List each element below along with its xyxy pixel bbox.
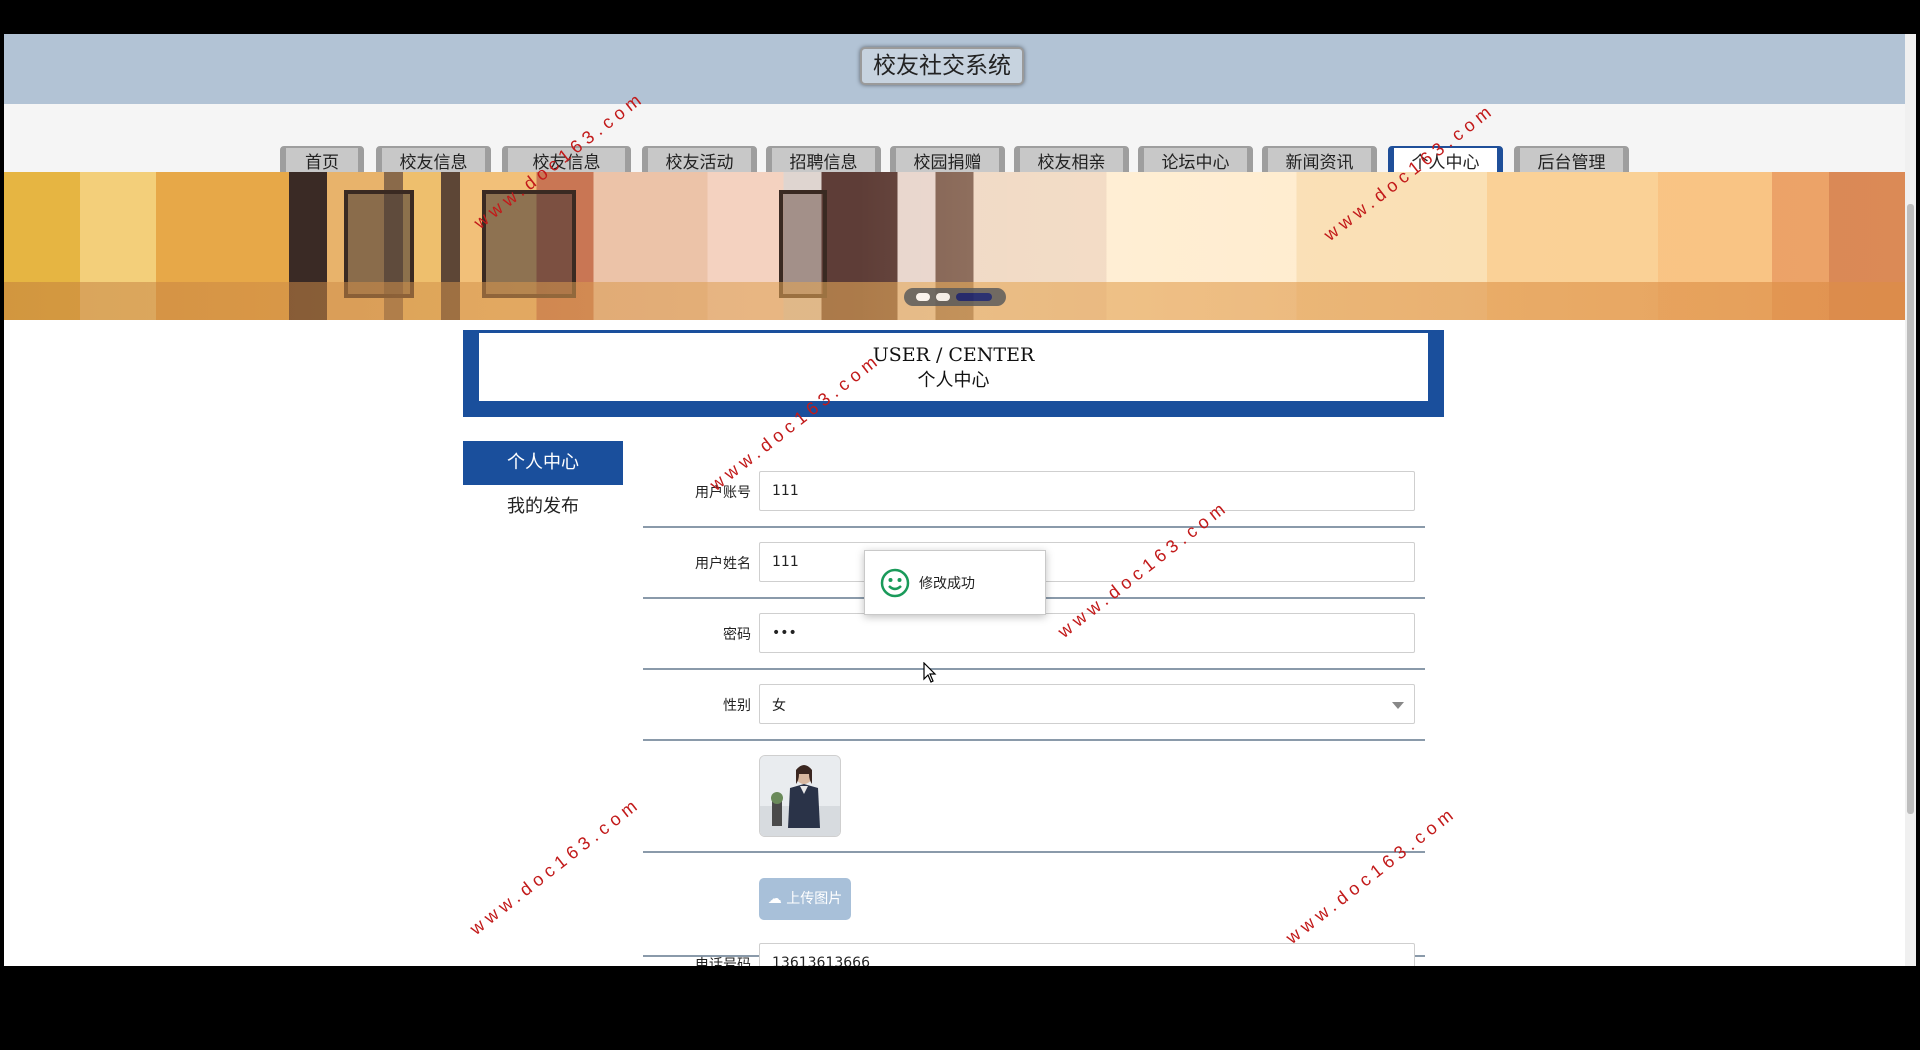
user-center-heading: USER / CENTER 个人中心: [463, 330, 1444, 417]
heading-en: USER / CENTER: [872, 344, 1035, 366]
form-row-gender: 性别 女: [643, 684, 1425, 741]
chevron-down-icon: [1392, 702, 1404, 709]
form-row-account: 用户账号: [643, 471, 1425, 528]
phone-input[interactable]: [759, 943, 1415, 966]
success-toast: 修改成功: [864, 550, 1046, 615]
password-label: 密码: [723, 627, 751, 643]
gender-value: 女: [772, 698, 786, 714]
carousel-dot[interactable]: [936, 293, 950, 301]
smile-icon: [880, 568, 910, 598]
avatar-photo: [760, 756, 840, 836]
account-input[interactable]: [759, 471, 1415, 511]
mouse-cursor-icon: [923, 662, 937, 683]
toast-message: 修改成功: [919, 576, 975, 592]
banner-carousel: [4, 172, 1905, 320]
cloud-upload-icon: ☁: [767, 891, 782, 907]
name-input[interactable]: [759, 542, 1415, 582]
form-row-phone: 电话号码: [643, 943, 1425, 966]
account-label: 用户账号: [695, 485, 751, 501]
name-label: 用户姓名: [695, 556, 751, 572]
page: 校友社交系统 首页 校友信息 校友信息 校友活动 招聘信息 校园捐赠 校友相亲 …: [4, 34, 1905, 966]
gender-select[interactable]: 女: [759, 684, 1415, 724]
sidebar-item-my-posts[interactable]: 我的发布: [463, 487, 623, 527]
avatar-image[interactable]: [759, 755, 841, 837]
upload-image-button[interactable]: ☁ 上传图片: [759, 878, 851, 920]
form-row-avatar: [643, 755, 1425, 853]
heading-cn: 个人中心: [917, 370, 990, 391]
sidebar-item-user-center[interactable]: 个人中心: [463, 441, 623, 485]
gender-label: 性别: [723, 698, 751, 714]
watermark: www.doc163.com: [466, 793, 645, 939]
phone-label: 电话号码: [695, 957, 751, 966]
form-row-password: 密码: [643, 613, 1425, 670]
carousel-dot[interactable]: [916, 293, 930, 301]
scrollbar-thumb[interactable]: [1907, 204, 1914, 814]
header-bar: 校友社交系统: [4, 34, 1905, 104]
carousel-dots: [904, 288, 1006, 306]
carousel-dot-active[interactable]: [956, 293, 992, 301]
site-title: 校友社交系统: [860, 47, 1024, 85]
page-scrollbar[interactable]: [1905, 34, 1916, 966]
upload-label: 上传图片: [786, 891, 843, 907]
